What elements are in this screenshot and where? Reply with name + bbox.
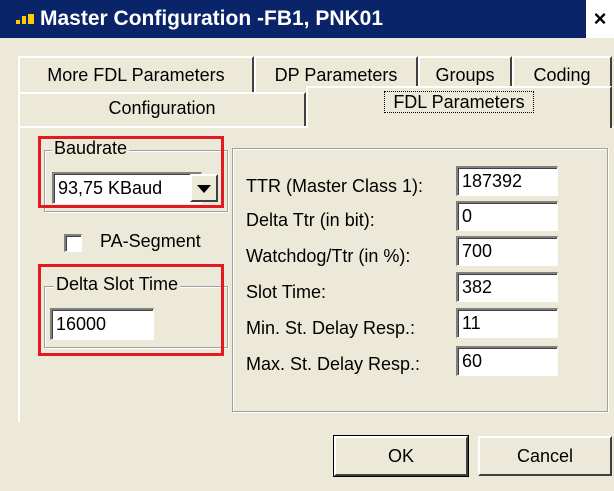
- baudrate-highlight: [38, 136, 224, 208]
- min-st-delay-input[interactable]: 11: [456, 308, 558, 338]
- cancel-button[interactable]: Cancel: [478, 436, 612, 476]
- slot-time-input[interactable]: 382: [456, 272, 558, 302]
- tab-configuration[interactable]: Configuration: [18, 92, 306, 126]
- min-st-delay-label: Min. St. Delay Resp.:: [246, 318, 416, 338]
- tab-label: FDL Parameters: [384, 91, 534, 113]
- ttr-label: TTR (Master Class 1):: [246, 176, 424, 196]
- ok-button[interactable]: OK: [333, 435, 469, 477]
- pa-segment-checkbox[interactable]: [64, 234, 82, 252]
- max-st-delay-input[interactable]: 60: [456, 346, 558, 376]
- delta-ttr-label: Delta Ttr (in bit):: [246, 210, 375, 230]
- watchdog-input[interactable]: 700: [456, 236, 558, 266]
- tab-label: More FDL Parameters: [47, 65, 225, 85]
- title-bar: Master Configuration -FB1, PNK01 ×: [0, 0, 614, 38]
- window-title: Master Configuration -FB1, PNK01: [40, 7, 384, 30]
- tab-label: Coding: [533, 65, 591, 85]
- tab-fdl-parameters[interactable]: FDL Parameters: [306, 86, 612, 128]
- slot-time-label: Slot Time:: [246, 282, 327, 302]
- master-configuration-dialog: Master Configuration -FB1, PNK01 × More …: [0, 0, 614, 491]
- delta-slot-time-highlight: [38, 264, 224, 356]
- max-st-delay-label: Max. St. Delay Resp.:: [246, 354, 421, 374]
- app-logo-icon: [16, 14, 34, 24]
- pa-segment-label: PA-Segment: [100, 231, 201, 251]
- delta-ttr-input[interactable]: 0: [456, 201, 558, 231]
- tab-more-fdl-parameters[interactable]: More FDL Parameters: [18, 56, 254, 94]
- tab-label: Groups: [435, 65, 495, 85]
- ttr-input[interactable]: 187392: [456, 166, 558, 196]
- tab-label: DP Parameters: [274, 65, 398, 85]
- close-button[interactable]: ×: [586, 0, 614, 38]
- watchdog-label: Watchdog/Ttr (in %):: [246, 246, 411, 266]
- tab-label: Configuration: [108, 98, 216, 118]
